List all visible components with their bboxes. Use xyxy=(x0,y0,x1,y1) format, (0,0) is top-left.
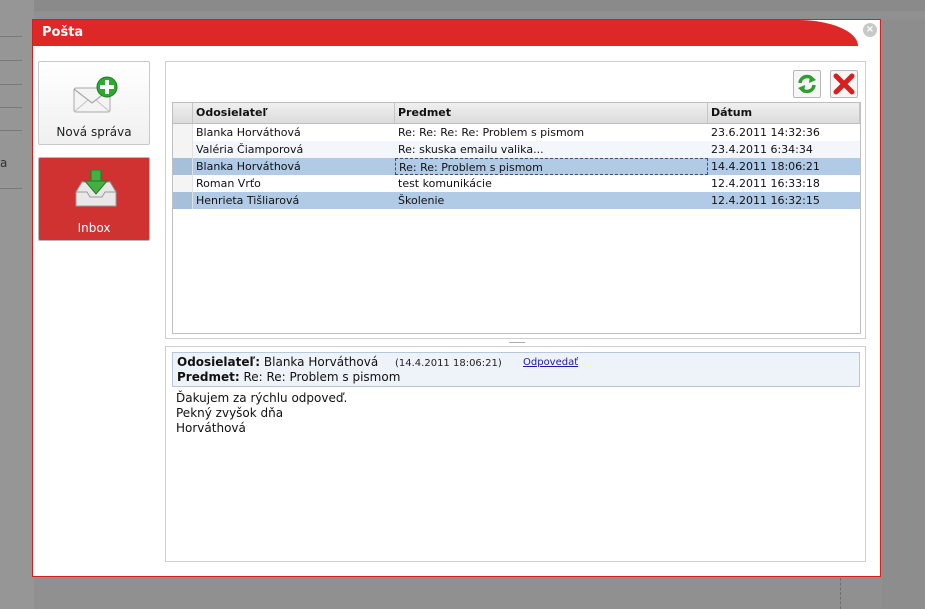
background-sidebar: a xyxy=(0,0,34,609)
cell-subject: Re: skuska emailu valika... xyxy=(398,143,544,156)
cell-sender: Blanka Horváthová xyxy=(196,160,301,173)
body-line: Pekný zvyšok dňa xyxy=(176,406,284,420)
close-icon: × xyxy=(865,24,875,35)
preview-header: Odosielateľ: Blanka Horváthová (14.4.201… xyxy=(172,352,860,387)
row-selector xyxy=(173,124,193,141)
cell-sender: Valéria Čiamporová xyxy=(196,143,304,156)
preview-subject-line: Predmet: Re: Re: Problem s pismom xyxy=(177,370,400,384)
message-list-panel: Odosielateľ Predmet Dátum Blanka Horváth… xyxy=(165,61,866,339)
body-line: Ďakujem za rýchlu odpoveď. xyxy=(176,391,348,405)
inbox-button[interactable]: Inbox xyxy=(38,157,150,241)
preview-sender: Blanka Horváthová xyxy=(263,355,379,369)
cell-sender: Roman Vrťo xyxy=(196,177,261,190)
reply-link[interactable]: Odpovedať xyxy=(523,357,578,368)
table-row[interactable]: Valéria Čiamporová Re: skuska emailu val… xyxy=(173,141,860,158)
titlebar-accent xyxy=(33,20,858,46)
cell-sender: Blanka Horváthová xyxy=(196,126,301,139)
table-row[interactable]: Roman Vrťo test komunikácie 12.4.2011 16… xyxy=(173,175,860,192)
column-header-subject[interactable]: Predmet xyxy=(395,103,708,123)
divider xyxy=(0,60,22,61)
background-topbar xyxy=(34,0,925,11)
new-message-icon xyxy=(73,76,118,113)
table-row-selected[interactable]: Henrieta Tišliarová Školenie 12.4.2011 1… xyxy=(173,192,860,209)
cell-date: 12.4.2011 16:33:18 xyxy=(711,177,820,190)
message-preview-panel: Odosielateľ: Blanka Horváthová (14.4.201… xyxy=(165,346,866,562)
preview-date: (14.4.2011 18:06:21) xyxy=(395,358,502,369)
row-selector xyxy=(173,175,193,192)
cell-date: 23.6.2011 14:32:36 xyxy=(711,126,820,139)
cell-subject: Školenie xyxy=(398,194,445,207)
table-row[interactable]: Blanka Horváthová Re: Re: Re: Re: Proble… xyxy=(173,124,860,141)
cell-date: 23.4.2011 6:34:34 xyxy=(711,143,813,156)
cell-subject-focused: Re: Re: Problem s pismom xyxy=(395,158,708,175)
header-selector xyxy=(173,103,193,123)
grid-header: Odosielateľ Predmet Dátum xyxy=(173,103,860,124)
cell-date: 12.4.2011 16:32:15 xyxy=(711,194,820,207)
new-message-label: Nová správa xyxy=(56,125,132,139)
column-header-date[interactable]: Dátum xyxy=(708,103,860,123)
cell-subject: test komunikácie xyxy=(398,177,492,190)
background-divider xyxy=(840,578,842,609)
new-message-button[interactable]: Nová správa xyxy=(38,61,150,145)
preview-sender-line: Odosielateľ: Blanka Horváthová xyxy=(177,355,378,369)
inbox-label: Inbox xyxy=(77,221,111,235)
column-header-sender[interactable]: Odosielateľ xyxy=(193,103,395,123)
preview-body: Ďakujem za rýchlu odpoveď. Pekný zvyšok … xyxy=(176,391,347,436)
preview-subject: Re: Re: Problem s pismom xyxy=(243,370,401,384)
table-row-selected[interactable]: Blanka Horváthová Re: Re: Problem s pism… xyxy=(173,158,860,175)
cell-date: 14.4.2011 18:06:21 xyxy=(711,160,820,173)
delete-button[interactable] xyxy=(830,70,858,98)
background-text: a xyxy=(0,156,8,170)
background-right-panel xyxy=(882,20,925,609)
row-selector xyxy=(173,158,193,175)
refresh-icon xyxy=(798,74,816,94)
preview-sender-label: Odosielateľ: xyxy=(177,355,261,369)
row-selector xyxy=(173,192,193,209)
close-button[interactable]: × xyxy=(863,23,877,37)
preview-subject-label: Predmet: xyxy=(177,370,240,384)
divider xyxy=(0,36,22,37)
divider xyxy=(0,188,22,189)
body-line: Horváthová xyxy=(176,421,246,435)
dialog-title: Pošta xyxy=(42,25,84,40)
cell-sender: Henrieta Tišliarová xyxy=(196,194,300,207)
divider xyxy=(0,84,22,85)
message-grid: Odosielateľ Predmet Dátum Blanka Horváth… xyxy=(172,102,861,334)
dialog-titlebar[interactable]: Pošta × xyxy=(33,20,880,46)
refresh-button[interactable] xyxy=(793,70,821,98)
cell-subject: Re: Re: Re: Re: Problem s pismom xyxy=(398,126,585,139)
delete-icon xyxy=(833,73,855,95)
divider xyxy=(0,130,22,131)
row-selector xyxy=(173,141,193,158)
divider xyxy=(0,107,22,108)
inbox-icon xyxy=(75,170,117,207)
mail-dialog: Pošta × Nová správa Inbox Odosielateľ Pr… xyxy=(32,19,881,577)
